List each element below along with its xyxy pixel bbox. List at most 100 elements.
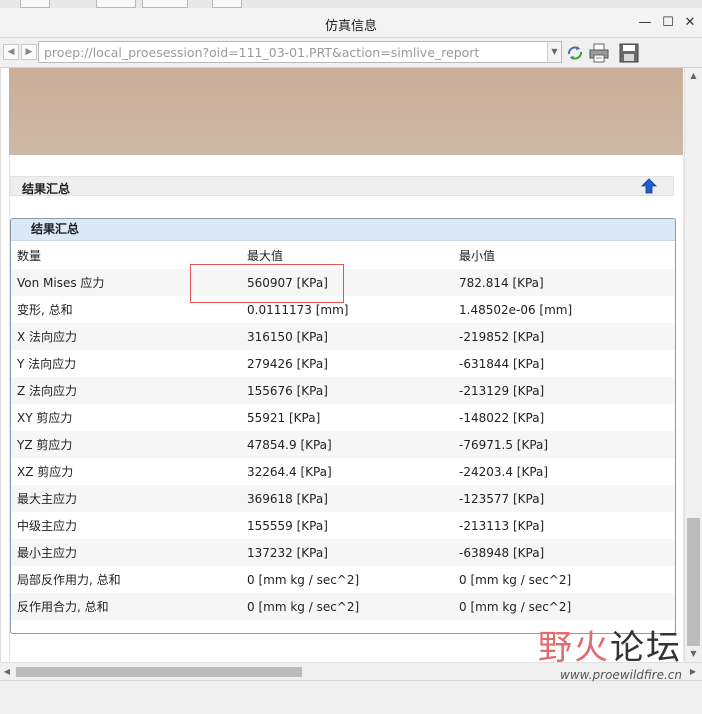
max-cell: 32264.4 [KPa] bbox=[247, 464, 332, 479]
table-row: Z 法向应力 155676 [KPa] -213129 [KPa] bbox=[11, 377, 675, 404]
url-dropdown-button[interactable]: ▼ bbox=[547, 42, 561, 62]
quantity-cell: XY 剪应力 bbox=[17, 411, 73, 425]
refresh-button[interactable] bbox=[564, 42, 586, 64]
quantity-cell: XZ 剪应力 bbox=[17, 465, 74, 479]
min-cell: -76971.5 [KPa] bbox=[453, 431, 675, 458]
max-cell: 560907 [KPa] bbox=[241, 269, 453, 296]
parent-toolbar-button[interactable] bbox=[142, 0, 188, 8]
horizontal-scroll-thumb[interactable] bbox=[16, 667, 302, 677]
window-titlebar: 仿真信息 — ☐ ✕ bbox=[0, 8, 702, 38]
table-row: XZ 剪应力 32264.4 [KPa] -24203.4 [KPa] bbox=[11, 458, 675, 485]
quantity-cell: Von Mises 应力 bbox=[11, 269, 241, 296]
floppy-disk-icon bbox=[619, 43, 639, 63]
watermark-brand-red: 野火 bbox=[538, 628, 610, 668]
min-cell: -148022 [KPa] bbox=[459, 410, 545, 425]
table-row: 局部反作用力, 总和 0 [mm kg / sec^2] 0 [mm kg / se… bbox=[11, 566, 675, 593]
quantity-cell: Z 法向应力 bbox=[11, 377, 241, 404]
table-row: YZ 剪应力 47854.9 [KPa] -76971.5 [KPa] bbox=[11, 431, 675, 458]
quantity-cell: 中级主应力 bbox=[17, 519, 78, 533]
table-row: XY 剪应力 55921 [KPa] -148022 [KPa] bbox=[11, 404, 675, 431]
quantity-cell: 局部反作用力, 总和 bbox=[17, 573, 121, 587]
chevron-down-icon: ▼ bbox=[690, 649, 697, 658]
quantity-cell: YZ 剪应力 bbox=[11, 431, 241, 458]
status-bar bbox=[0, 680, 702, 714]
min-cell: 0 [mm kg / sec^2] bbox=[459, 572, 572, 587]
max-cell: 137232 [KPa] bbox=[241, 539, 453, 566]
quantity-cell: 最大主应力 bbox=[11, 485, 241, 512]
up-arrow-icon bbox=[641, 178, 657, 194]
watermark-site: www.proewildfire.cn bbox=[560, 668, 682, 682]
min-cell: 0 [mm kg / sec^2] bbox=[453, 593, 675, 620]
chevron-right-icon: ▶ bbox=[689, 667, 697, 676]
results-table: 数量 最大值 最小值 Von Mises 应力 560907 [KPa] 782.8… bbox=[11, 241, 675, 620]
max-cell: 0.0111173 [mm] bbox=[247, 302, 349, 317]
quantity-cell: Y 法向应力 bbox=[17, 357, 77, 371]
quantity-cell: 变形, 总和 bbox=[17, 303, 73, 317]
table-header-row: 数量 最大值 最小值 bbox=[11, 241, 675, 269]
max-cell: 155676 [KPa] bbox=[241, 377, 453, 404]
max-cell: 0 [mm kg / sec^2] bbox=[247, 572, 360, 587]
min-cell: -24203.4 [KPa] bbox=[459, 464, 549, 479]
min-cell: -123577 [KPa] bbox=[453, 485, 675, 512]
scroll-left-button[interactable]: ◀ bbox=[0, 663, 14, 680]
window-title: 仿真信息 bbox=[324, 19, 377, 34]
min-cell: 782.814 [KPa] bbox=[453, 269, 675, 296]
close-button[interactable]: ✕ bbox=[680, 14, 700, 32]
max-cell: 369618 [KPa] bbox=[241, 485, 453, 512]
watermark-logo: 野火论坛 bbox=[538, 628, 682, 668]
quantity-cell: 反作用合力, 总和 bbox=[11, 593, 241, 620]
vertical-scrollbar[interactable]: ▲ ▼ bbox=[684, 68, 702, 662]
parent-toolbar-button[interactable] bbox=[20, 0, 50, 8]
table-row: 最大主应力 369618 [KPa] -123577 [KPa] bbox=[11, 485, 675, 512]
max-cell: 279426 [KPa] bbox=[247, 356, 328, 371]
report-banner bbox=[9, 68, 683, 155]
table-row: X 法向应力 316150 [KPa] -219852 [KPa] bbox=[11, 323, 675, 350]
table-row: Y 法向应力 279426 [KPa] -631844 [KPa] bbox=[11, 350, 675, 377]
max-cell: 47854.9 [KPa] bbox=[241, 431, 453, 458]
panel-title: 结果汇总 bbox=[11, 219, 675, 241]
save-button[interactable] bbox=[618, 42, 640, 64]
quantity-cell: X 法向应力 bbox=[11, 323, 241, 350]
back-to-top-button[interactable] bbox=[641, 178, 657, 194]
scroll-right-button[interactable]: ▶ bbox=[686, 663, 700, 680]
minimize-button[interactable]: — bbox=[635, 14, 655, 32]
table-row: 中级主应力 155559 [KPa] -213113 [KPa] bbox=[11, 512, 675, 539]
min-cell: -631844 [KPa] bbox=[459, 356, 545, 371]
refresh-icon bbox=[568, 46, 582, 60]
max-cell: 155559 [KPa] bbox=[247, 518, 328, 533]
min-cell: 1.48502e-06 [mm] bbox=[459, 302, 573, 317]
left-arrow-icon: ◀ bbox=[7, 47, 15, 57]
forum-watermark: 野火论坛 www.proewildfire.cn bbox=[538, 628, 682, 682]
parent-toolbar-strip bbox=[0, 0, 702, 8]
table-row: 最小主应力 137232 [KPa] -638948 [KPa] bbox=[11, 539, 675, 566]
print-button[interactable] bbox=[588, 42, 610, 64]
min-cell: -213129 [KPa] bbox=[453, 377, 675, 404]
column-header-quantity: 数量 bbox=[17, 248, 42, 263]
address-toolbar: ◀ ▶ ▼ bbox=[0, 38, 702, 68]
results-summary-panel: 结果汇总 数量 最大值 最小值 Von Mises 应力 560907 [KPa]… bbox=[10, 218, 676, 634]
scroll-down-button[interactable]: ▼ bbox=[685, 646, 702, 662]
max-cell: 0 [mm kg / sec^2] bbox=[241, 593, 453, 620]
report-content: 结果汇总 结果汇总 数量 最大值 最小值 Von Mises 应力 560907 … bbox=[0, 68, 684, 662]
url-field[interactable]: ▼ bbox=[38, 41, 562, 63]
parent-toolbar-button[interactable] bbox=[96, 0, 136, 8]
table-row: Von Mises 应力 560907 [KPa] 782.814 [KPa] bbox=[11, 269, 675, 296]
printer-icon bbox=[589, 43, 609, 63]
watermark-brand-dark: 论坛 bbox=[610, 628, 682, 668]
min-cell: -213113 [KPa] bbox=[459, 518, 545, 533]
scroll-up-button[interactable]: ▲ bbox=[685, 68, 702, 84]
back-button[interactable]: ◀ bbox=[3, 44, 19, 60]
section-header: 结果汇总 bbox=[10, 176, 674, 196]
url-input[interactable] bbox=[39, 42, 545, 62]
vertical-scroll-thumb[interactable] bbox=[687, 518, 700, 646]
forward-button[interactable]: ▶ bbox=[21, 44, 37, 60]
chevron-down-icon: ▼ bbox=[551, 47, 558, 56]
max-cell: 55921 [KPa] bbox=[247, 410, 321, 425]
min-cell: -219852 [KPa] bbox=[453, 323, 675, 350]
table-row: 反作用合力, 总和 0 [mm kg / sec^2] 0 [mm kg / sec… bbox=[11, 593, 675, 620]
min-cell: -638948 [KPa] bbox=[453, 539, 675, 566]
parent-toolbar-button[interactable] bbox=[212, 0, 242, 8]
maximize-button[interactable]: ☐ bbox=[658, 14, 678, 32]
max-cell: 316150 [KPa] bbox=[241, 323, 453, 350]
column-header-max: 最大值 bbox=[247, 248, 284, 263]
